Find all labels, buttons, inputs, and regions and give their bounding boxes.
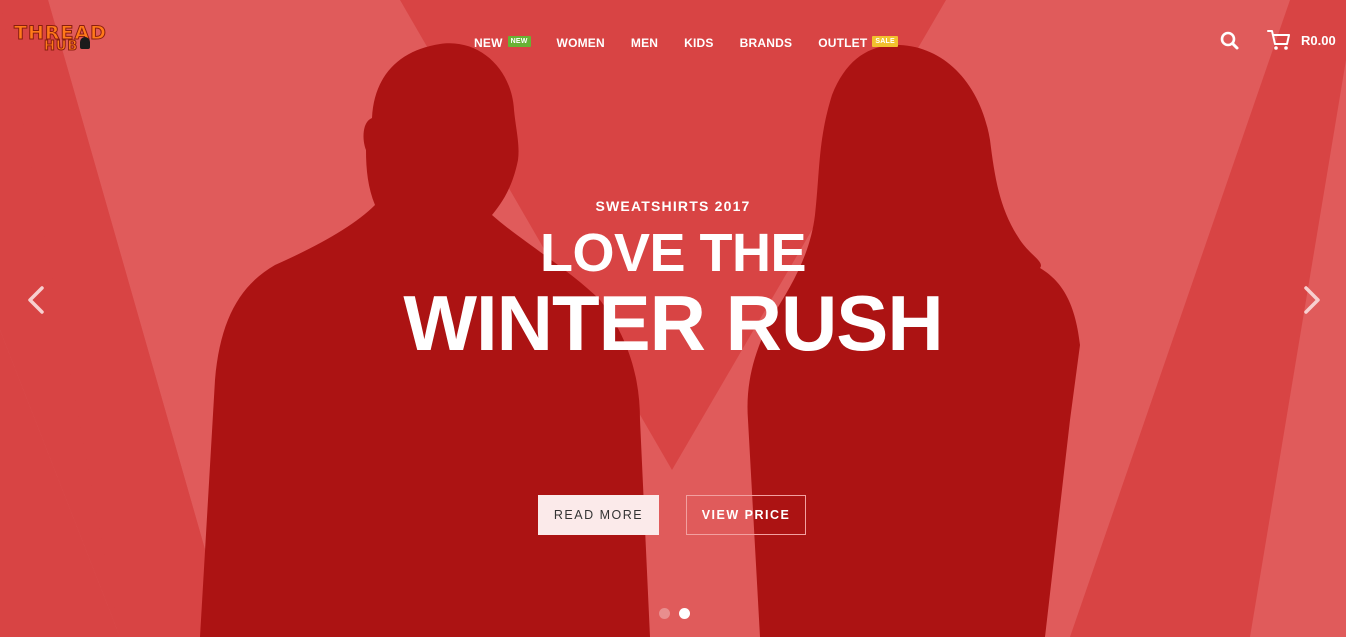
nav-item-men[interactable]: MEN — [631, 36, 658, 50]
new-badge: NEW — [507, 35, 531, 47]
chevron-left-icon — [28, 286, 44, 314]
slide-headline-line1: LOVE THE — [539, 223, 807, 283]
thread-hub-logo[interactable]: THREAD HUB — [14, 23, 169, 60]
chevron-right-icon — [1304, 286, 1320, 314]
logo-figure-icon — [80, 37, 90, 49]
main-nav: NEW NEW WOMEN MEN KIDS BRANDS OUTLET SAL… — [474, 35, 898, 51]
search-icon — [1220, 31, 1239, 50]
next-slide-button[interactable] — [1300, 282, 1324, 318]
cart-button[interactable]: R0.00 — [1267, 29, 1336, 51]
cart-icon — [1267, 30, 1290, 50]
nav-item-label: KIDS — [684, 36, 714, 50]
nav-item-label: NEW — [474, 36, 503, 50]
nav-item-kids[interactable]: KIDS — [684, 36, 713, 50]
site-header: THREAD HUB NEW NEW WOMEN MEN KIDS BRANDS… — [0, 0, 1346, 80]
nav-item-brands[interactable]: BRANDS — [740, 36, 793, 50]
nav-item-label: OUTLET — [818, 36, 868, 50]
read-more-button[interactable]: READ MORE — [538, 495, 659, 535]
prev-slide-button[interactable] — [24, 282, 48, 318]
nav-item-label: MEN — [630, 36, 659, 50]
view-price-button[interactable]: VIEW PRICE — [686, 495, 806, 535]
search-button[interactable] — [1219, 30, 1241, 52]
sale-badge: SALE — [872, 35, 898, 47]
slide-dot-2[interactable] — [679, 608, 690, 619]
nav-item-women[interactable]: WOMEN — [557, 36, 605, 50]
nav-item-label: WOMEN — [556, 36, 605, 50]
slide-subtitle: SWEATSHIRTS 2017 — [595, 198, 751, 214]
cart-total: R0.00 — [1301, 32, 1336, 48]
hero-slider: THREAD HUB NEW NEW WOMEN MEN KIDS BRANDS… — [0, 0, 1346, 637]
slide-headline-line2: WINTER RUSH — [403, 279, 943, 367]
nav-item-outlet[interactable]: OUTLET SALE — [818, 35, 898, 50]
slide-dot-1[interactable] — [659, 608, 670, 619]
nav-item-label: BRANDS — [739, 36, 793, 50]
nav-item-new[interactable]: NEW NEW — [474, 35, 531, 50]
slide-caption: SWEATSHIRTS 2017 LOVE THE WINTER RUSH — [0, 198, 1346, 366]
slider-pagination — [659, 608, 699, 619]
